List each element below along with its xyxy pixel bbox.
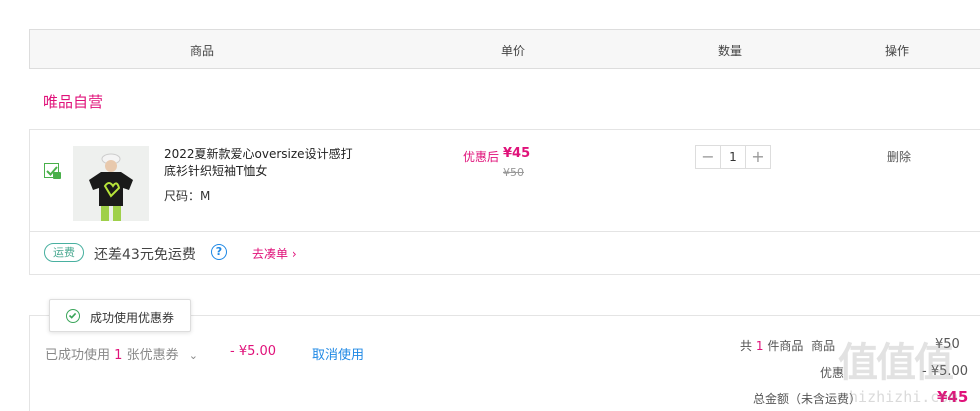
quantity-input[interactable]: 1 (720, 146, 746, 168)
summary-left-border (29, 315, 30, 411)
coupon-used-suffix: 张优惠券 (126, 348, 179, 363)
watermark-logo: 值值值 (838, 340, 954, 386)
product-title[interactable]: 2022夏新款爱心oversize设计感打底衫针织短袖T恤女 (164, 146, 354, 180)
free-shipping-hint: 还差43元免运费 (94, 247, 196, 263)
product-thumbnail[interactable] (73, 146, 149, 221)
coupon-used-prefix: 已成功使用 (45, 348, 111, 363)
shipping-badge: 运费 (44, 243, 84, 262)
add-on-items-link[interactable]: 去凑单 › (252, 245, 297, 262)
chevron-down-icon[interactable]: ⌄ (189, 349, 198, 362)
check-circle-icon (66, 309, 80, 323)
card-divider (29, 231, 980, 232)
quantity-minus-button[interactable]: − (696, 146, 720, 168)
store-name[interactable]: 唯品自营 (43, 91, 103, 112)
count-suffix: 件商品 (767, 339, 804, 353)
goods-label: 商品 (811, 339, 836, 353)
price-original: ¥50 (503, 166, 524, 179)
header-unit-price: 单价 (501, 44, 526, 58)
price-after-discount-label: 优惠后 (463, 150, 500, 164)
header-actions: 操作 (885, 44, 910, 58)
toast-message: 成功使用优惠券 (90, 311, 175, 325)
lock-icon (53, 172, 61, 179)
delete-item-button[interactable]: 删除 (887, 148, 911, 165)
coupon-success-toast: 成功使用优惠券 (49, 299, 191, 332)
watermark-url: zhizhizhi.com (840, 388, 958, 406)
item-count-summary: 共 1 件商品 商品 (740, 337, 835, 354)
coupon-used-count: 1 (114, 348, 123, 363)
quantity-plus-button[interactable]: + (746, 146, 770, 168)
coupon-used-text[interactable]: 已成功使用 1 张优惠券 ⌄ (45, 344, 198, 363)
header-quantity: 数量 (718, 44, 743, 58)
cancel-coupon-link[interactable]: 取消使用 (312, 344, 364, 363)
count-prefix: 共 (740, 339, 753, 353)
help-icon[interactable]: ? (211, 244, 227, 260)
coupon-discount-amount: - ¥5.00 (230, 344, 277, 359)
item-count: 1 (755, 339, 764, 353)
price-current: ¥45 (503, 146, 531, 161)
header-product: 商品 (190, 44, 215, 58)
quantity-stepper: − 1 + (695, 145, 771, 169)
product-size: 尺码：M (164, 189, 211, 203)
